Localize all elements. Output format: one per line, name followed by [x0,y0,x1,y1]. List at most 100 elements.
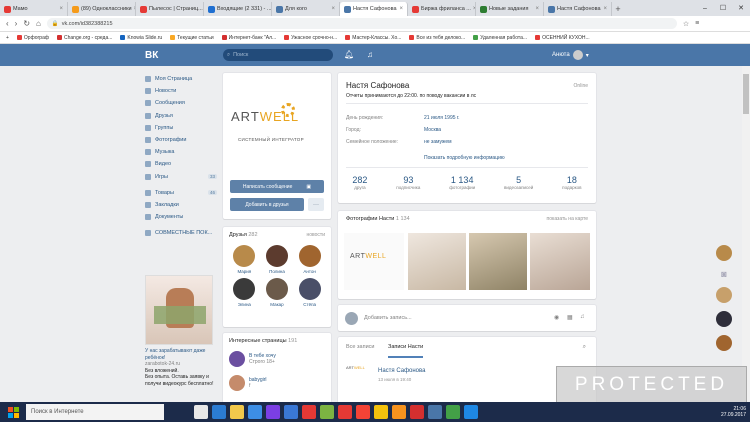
sidebar-item[interactable]: Фотографии [145,134,217,146]
browser-tab[interactable]: Мамо × [0,2,68,16]
sidebar-ad[interactable]: У нас зарабатывают даже ребёнок! zarabot… [145,275,217,387]
post-avatar[interactable]: ARTWELL [346,365,374,381]
apps-icon[interactable]: + [6,35,9,41]
bookmark-item[interactable]: ОСЕННИЙ КУХОН... [535,35,590,41]
show-on-map-link[interactable]: показать на карте [547,216,588,222]
post-composer[interactable]: Добавить запись... ◉ ▦ ♫ [338,305,596,331]
vk-search-input[interactable]: ⌕ Поиск [223,49,333,61]
close-icon[interactable]: ✕ [732,0,750,16]
profile-counter[interactable]: 5 видеозаписей [504,175,533,190]
forward-icon[interactable]: › [15,19,18,28]
profile-counter[interactable]: 282 друга [352,175,367,190]
close-tab-icon[interactable]: × [331,6,335,12]
word-icon[interactable] [284,405,298,419]
profile-field-value[interactable]: 21 июля 1995 г. [424,115,460,121]
bookmark-star-icon[interactable]: ☆ [683,20,689,28]
chat-avatar[interactable] [716,287,732,303]
chat-avatar[interactable] [716,245,732,261]
friends-news-link[interactable]: новости [306,232,325,238]
vk-logo[interactable]: ВК [145,50,158,61]
bookmark-item[interactable]: Knowia Slide.ru [120,35,162,41]
back-icon[interactable]: ‹ [6,19,9,28]
friend-item[interactable]: Элина [228,278,261,307]
bookmark-item[interactable]: Все из тебя делоко... [409,35,465,41]
explorer-icon[interactable] [230,405,244,419]
taskbar-clock[interactable]: 21:06 27.09.2017 [721,406,750,418]
new-tab-button[interactable]: + [612,2,624,16]
tab-all-posts[interactable]: Все записи [346,344,374,350]
sidebar-item[interactable]: Музыка [145,146,217,158]
friend-item[interactable]: Мария [228,245,261,274]
video-icon[interactable]: ▦ [567,314,573,321]
browser-tab[interactable]: Для кого × [272,2,340,16]
sidebar-item[interactable]: Друзья [145,110,217,122]
chat-avatar[interactable] [716,311,732,327]
photo-thumb-1[interactable]: ARTWELL [344,233,404,290]
page-scrollbar[interactable] [742,66,750,402]
user-menu[interactable]: Анюта ▾ [552,50,589,60]
minimize-icon[interactable]: – [696,0,714,16]
reload-icon[interactable]: ↻ [23,19,30,28]
profile-status[interactable]: Отчеты принимаются до 22:00. по поводу в… [346,93,476,99]
app-icon[interactable] [410,405,424,419]
browser-tab[interactable]: Пылесос | Страниц...× [136,2,204,16]
sidebar-item[interactable]: Новости [145,85,217,97]
close-tab-icon[interactable]: × [535,6,539,12]
photo-thumb-2[interactable] [408,233,466,290]
page-item[interactable]: В тебе хочу Строго 18+ [229,351,276,367]
post-author[interactable]: Настя Сафонова [378,368,425,374]
pages-header[interactable]: Интересные страницы 191 [229,338,297,344]
bookmark-item[interactable]: Интернет-банк "Ал... [221,35,276,41]
sidebar-item[interactable]: Документы [145,211,217,223]
close-tab-icon[interactable]: × [59,6,63,12]
vk-icon[interactable] [428,405,442,419]
profile-counter[interactable]: 1 134 фотографии [449,175,475,190]
tab-owner-posts[interactable]: Записи Насти [388,344,424,358]
bookmark-item[interactable]: Удаленная работа... [473,35,527,41]
friend-item[interactable]: Стёпа [293,278,326,307]
close-tab-icon[interactable]: × [603,6,607,12]
notifications-bell-icon[interactable]: 🔔︎ [344,50,354,59]
chat-avatar[interactable] [716,335,732,351]
opera-icon[interactable] [338,405,352,419]
home-icon[interactable]: ⌂ [36,19,41,28]
chrome-icon[interactable] [302,405,316,419]
url-field[interactable]: 🔒 vk.com/id382388215 [46,18,677,29]
odnoklassniki-icon[interactable] [392,405,406,419]
friend-item[interactable]: Антон [293,245,326,274]
search-icon[interactable]: ⌕ [583,344,586,351]
composer-placeholder[interactable]: Добавить запись... [364,315,412,321]
browser-tab[interactable]: Биржа фриланса ...× [408,2,476,16]
more-actions-button[interactable]: ··· [308,198,324,211]
sidebar-item[interactable]: СОВМЕСТНЫЕ ПОК... [145,227,217,239]
bookmark-item[interactable]: Орфограф [16,35,49,41]
task-view-icon[interactable] [194,405,208,419]
torrent-icon[interactable] [446,405,460,419]
app-icon[interactable] [464,405,478,419]
yandex-icon[interactable] [356,405,370,419]
ad-image[interactable] [145,275,213,345]
send-message-button[interactable]: Написать сообщение ▣ [230,180,324,193]
browser-tab[interactable]: Входящие (2 331) - ...× [204,2,272,16]
page-item[interactable]: babygirl f [229,375,267,391]
mail-icon[interactable] [248,405,262,419]
ad-title[interactable]: У нас зарабатывают даже ребёнок! [145,348,217,361]
menu-icon[interactable]: ≡ [695,20,699,28]
sidebar-item[interactable]: Товары 46 [145,187,217,199]
post-date[interactable]: 13 июля в 19:40 [378,377,411,382]
profile-field-value[interactable]: не замужем [424,139,452,145]
profile-counter[interactable]: 18 подарков [562,175,581,190]
bookmark-item[interactable]: Мастер-Классы. Хо... [345,35,401,41]
browser-tab[interactable]: Настя Сафонова × [544,2,612,16]
edge-icon[interactable] [212,405,226,419]
start-button[interactable] [0,402,26,422]
bookmark-item[interactable]: Chаnge.org - среда... [57,35,112,41]
bookmark-item[interactable]: Ужасное срочно-н... [284,35,337,41]
folder-icon[interactable] [374,405,388,419]
browser-tab[interactable]: Новые задания × [476,2,544,16]
profile-field-value[interactable]: Москва [424,127,441,133]
photo-thumb-3[interactable] [469,233,527,290]
browser-tab[interactable]: (89) Одноклассники× [68,2,136,16]
photos-header[interactable]: Фотографии Насти 1 134 [346,216,410,222]
music-icon[interactable]: ♫ [367,50,373,59]
